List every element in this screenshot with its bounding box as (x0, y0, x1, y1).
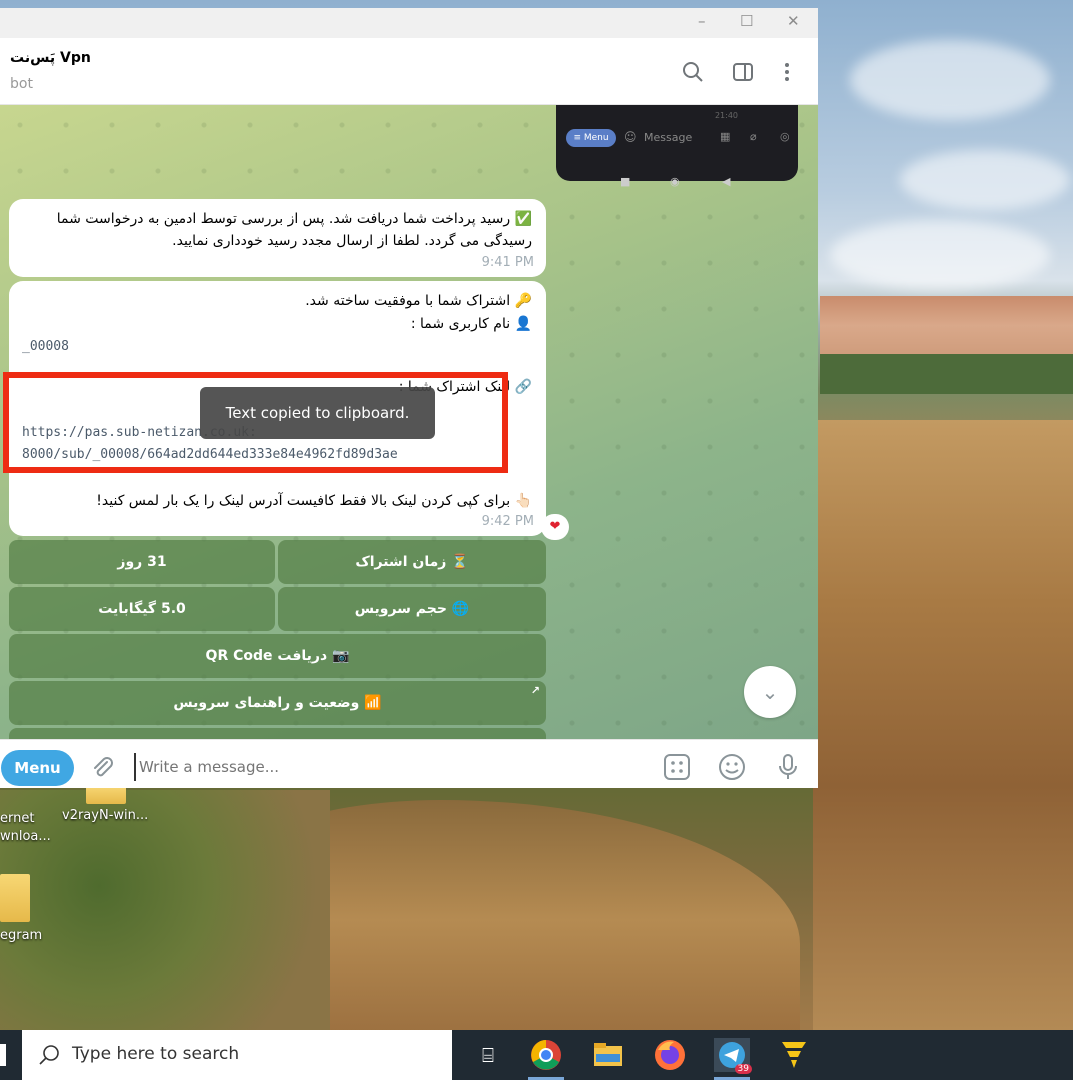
phone-screenshot-preview: 21:40 ≡ Menu ☺ Message ▦ ⌀ ◎ ■ ◉ ◀ (556, 105, 798, 188)
microphone-icon[interactable] (774, 753, 802, 781)
sidebar-toggle-icon[interactable] (731, 60, 755, 84)
phone-message-placeholder: Message (644, 131, 693, 144)
message-text-line: 🔑 اشتراک شما با موفقیت ساخته شد. (305, 293, 532, 309)
bot-keyboard-icon[interactable] (663, 753, 691, 781)
username-value[interactable]: _00008 (22, 339, 69, 354)
chevron-down-icon: ⌄ (761, 680, 779, 704)
message-time: 9:42 PM (481, 514, 534, 529)
cliff-rock (813, 420, 1073, 1030)
message-text-line: رسیدگی می گردد. لطفا از ارسال مجدد رسید … (172, 233, 532, 249)
start-button[interactable] (0, 1044, 6, 1066)
message-text-line: 👤 نام کاربری شما : (410, 316, 532, 332)
message-composer: Menu (0, 739, 818, 788)
desktop-icon-v2rayn[interactable]: v2rayN-win... (62, 786, 148, 823)
kb-button-volume-value[interactable]: 5.0 گیگابایت (9, 587, 275, 631)
taskbar-search-box[interactable]: Type here to search (22, 1030, 452, 1080)
taskbar-search-placeholder: Type here to search (72, 1044, 240, 1064)
external-link-icon: ↗ (530, 684, 540, 697)
close-button[interactable]: ✕ (787, 12, 800, 30)
telegram-window: – ☐ ✕ پَس‌نت Vpn bot 21:40 ≡ Menu ☺ Mess… (0, 8, 818, 788)
app-icon-yellow[interactable] (776, 1038, 812, 1072)
kb-button-service-volume[interactable]: 🌐 حجم سرویس (278, 587, 546, 631)
phone-menu-button: ≡ Menu (566, 129, 616, 147)
minimize-button[interactable]: – (698, 12, 706, 30)
message-bubble-receipt[interactable]: ✅ رسید پرداخت شما دریافت شد. پس از بررسی… (9, 199, 546, 277)
scroll-down-button[interactable]: ⌄ (744, 666, 796, 718)
emoji-icon: ☺ (624, 130, 637, 144)
copy-hint-text: 👆🏻 برای کپی کردن لینک بالا فقط کافیست آد… (96, 493, 532, 509)
message-input[interactable] (134, 753, 634, 781)
recent-apps-icon: ■ (620, 175, 631, 188)
kb-button-service-status[interactable]: 📶 وضعیت و راهنمای سرویس ↗ (9, 681, 546, 725)
chrome-icon[interactable] (528, 1038, 564, 1080)
kb-button-qr-code[interactable]: 📷 دریافت QR Code (9, 634, 546, 678)
unread-badge: 39 (734, 1064, 752, 1074)
file-explorer-icon[interactable] (590, 1038, 626, 1072)
camera-icon: ◎ (780, 130, 790, 143)
kb-button-partial[interactable] (9, 728, 546, 739)
chat-title: پَس‌نت Vpn (10, 50, 91, 66)
desktop-icon-telegram-folder[interactable]: egram (0, 874, 42, 943)
window-titlebar: – ☐ ✕ (0, 8, 818, 38)
maximize-button[interactable]: ☐ (740, 12, 753, 30)
kb-button-subscription-time[interactable]: ⏳ زمان اشتراک (278, 540, 546, 584)
search-icon[interactable] (681, 60, 705, 84)
task-view-icon[interactable]: ⌸ (470, 1038, 506, 1072)
hotel-building (820, 296, 1073, 394)
telegram-taskbar-icon[interactable]: 39 (714, 1038, 752, 1080)
heart-reaction-icon[interactable]: ❤ (541, 514, 569, 540)
folder-icon (86, 786, 126, 804)
keyboard-icon: ▦ (720, 130, 731, 143)
copied-toast: Text copied to clipboard. (200, 387, 435, 439)
emoji-icon[interactable] (718, 753, 746, 781)
desktop-icon-internet-download[interactable]: ernet wnloa... (0, 810, 51, 846)
attach-icon: ⌀ (750, 130, 757, 143)
chat-subtitle: bot (10, 76, 33, 92)
chat-messages-area[interactable]: 21:40 ≡ Menu ☺ Message ▦ ⌀ ◎ ■ ◉ ◀ ✅ رسی… (0, 105, 818, 739)
firefox-icon[interactable] (652, 1038, 688, 1072)
back-icon: ◀ (722, 175, 731, 188)
folder-icon (0, 874, 30, 922)
search-icon (38, 1043, 62, 1071)
kb-button-days-value[interactable]: 31 روز (9, 540, 275, 584)
bot-menu-button[interactable]: Menu (1, 750, 74, 786)
message-time: 9:41 PM (481, 255, 534, 270)
chat-header[interactable]: پَس‌نت Vpn bot (0, 38, 818, 105)
attach-icon[interactable] (88, 753, 116, 781)
windows-taskbar: Type here to search ⌸ 39 (0, 1030, 1073, 1080)
home-icon: ◉ (670, 175, 680, 188)
message-text-line: ✅ رسید پرداخت شما دریافت شد. پس از بررسی… (56, 211, 532, 227)
more-options-icon[interactable] (775, 60, 799, 84)
